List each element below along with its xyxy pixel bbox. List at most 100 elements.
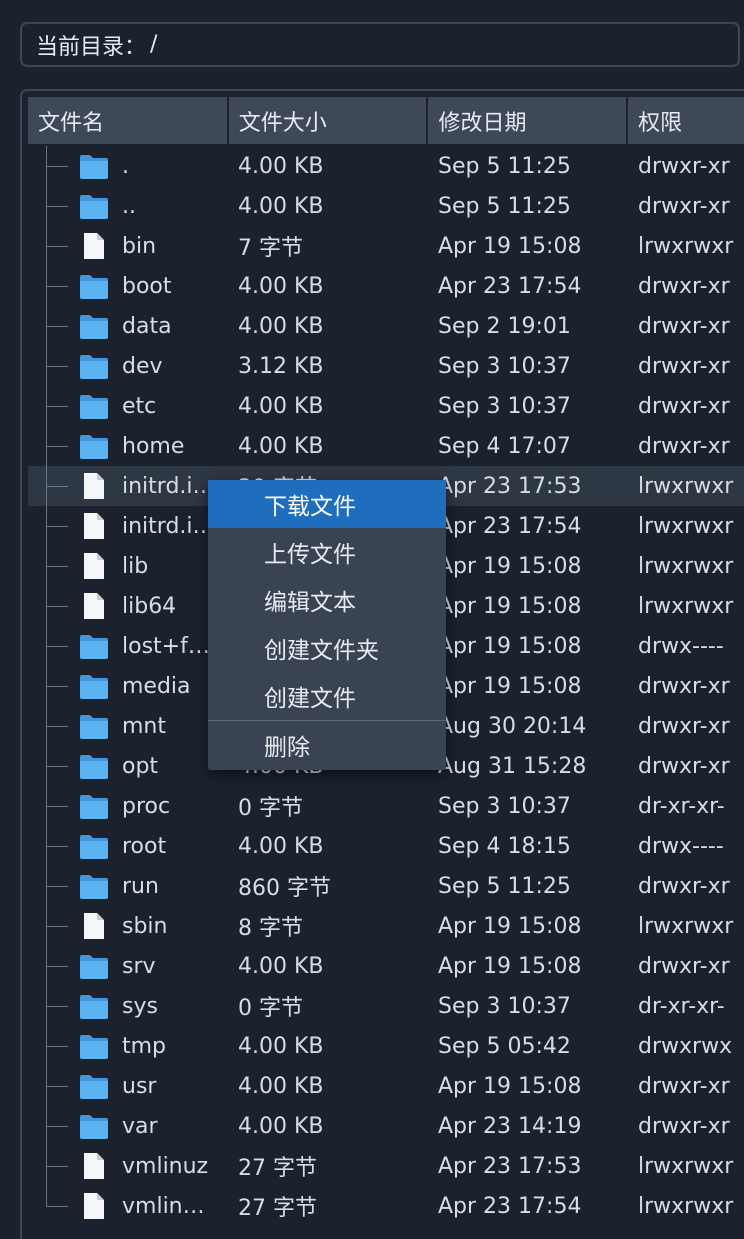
table-row[interactable]: proc 0 字节 Sep 3 10:37 dr-xr-xr- [28, 786, 744, 826]
permission: dr-xr-xr- [638, 793, 725, 819]
permission: drwxr-xr [638, 713, 730, 739]
file-size: 3.12 KB [238, 353, 324, 379]
file-name: home [122, 433, 185, 459]
column-header-size[interactable]: 文件大小 [228, 97, 427, 144]
column-header-permission[interactable]: 权限 [628, 97, 744, 144]
tree-connector [28, 666, 74, 706]
table-row[interactable]: home 4.00 KB Sep 4 17:07 drwxr-xr [28, 426, 744, 466]
file-name: .. [122, 193, 136, 219]
column-header-name[interactable]: 文件名 [28, 97, 227, 144]
context-menu: 下载文件 上传文件 编辑文本 创建文件夹 创建文件 删除 [208, 480, 446, 770]
current-directory-bar: 当前目录： / [20, 22, 740, 67]
tree-connector [28, 866, 74, 906]
file-size: 4.00 KB [238, 1033, 324, 1059]
tree-connector [28, 1026, 74, 1066]
file-size: 4.00 KB [238, 833, 324, 859]
modified-date: Sep 4 17:07 [438, 433, 571, 459]
file-icon [79, 552, 109, 580]
modified-date: Sep 3 10:37 [438, 353, 571, 379]
file-icon [79, 472, 109, 500]
file-name: lost+f… [122, 633, 210, 659]
permission: lrwxrwxr [638, 1153, 734, 1179]
file-size: 4.00 KB [238, 1113, 324, 1139]
file-name: data [122, 313, 172, 339]
tree-connector [28, 1146, 74, 1186]
menu-item-delete[interactable]: 删除 [208, 721, 446, 769]
tree-connector [28, 466, 74, 506]
file-name: tmp [122, 1033, 167, 1059]
modified-date: Aug 30 20:14 [438, 713, 587, 739]
tree-connector [28, 946, 74, 986]
modified-date: Sep 4 18:15 [438, 833, 571, 859]
permission: drwxr-xr [638, 353, 730, 379]
tree-connector [28, 426, 74, 466]
folder-icon [79, 312, 109, 340]
folder-icon [79, 632, 109, 660]
file-name: lib64 [122, 593, 177, 619]
file-size: 4.00 KB [238, 433, 324, 459]
table-row[interactable]: vmlin… 27 字节 Apr 23 17:54 lrwxrwxr [28, 1186, 744, 1226]
table-row[interactable]: bin 7 字节 Apr 19 15:08 lrwxrwxr [28, 226, 744, 266]
table-row[interactable]: run 860 字节 Sep 5 11:25 drwxr-xr [28, 866, 744, 906]
menu-item-create-file[interactable]: 创建文件 [208, 672, 446, 720]
table-row[interactable]: sys 0 字节 Sep 3 10:37 dr-xr-xr- [28, 986, 744, 1026]
file-name: initrd.i… [122, 473, 215, 499]
modified-date: Apr 19 15:08 [438, 913, 582, 939]
permission: drwx---- [638, 633, 724, 659]
modified-date: Sep 3 10:37 [438, 393, 571, 419]
modified-date: Sep 3 10:37 [438, 793, 571, 819]
tree-connector [28, 826, 74, 866]
tree-connector [28, 626, 74, 666]
folder-icon [79, 1112, 109, 1140]
modified-date: Apr 19 15:08 [438, 553, 582, 579]
folder-icon [79, 432, 109, 460]
table-row[interactable]: root 4.00 KB Sep 4 18:15 drwx---- [28, 826, 744, 866]
file-size: 8 字节 [238, 916, 303, 941]
file-icon [79, 592, 109, 620]
table-row[interactable]: srv 4.00 KB Apr 19 15:08 drwxr-xr [28, 946, 744, 986]
menu-item-upload-file[interactable]: 上传文件 [208, 528, 446, 576]
permission: drwxrwx [638, 1033, 733, 1059]
menu-item-create-folder[interactable]: 创建文件夹 [208, 624, 446, 672]
file-name: mnt [122, 713, 166, 739]
folder-icon [79, 792, 109, 820]
menu-item-download-file[interactable]: 下载文件 [208, 480, 446, 528]
file-name: bin [122, 233, 157, 259]
permission: drwxr-xr [638, 673, 730, 699]
tree-connector [28, 266, 74, 306]
table-row[interactable]: sbin 8 字节 Apr 19 15:08 lrwxrwxr [28, 906, 744, 946]
permission: drwxr-xr [638, 873, 730, 899]
modified-date: Apr 23 17:53 [438, 473, 582, 499]
permission: drwxr-xr [638, 153, 730, 179]
table-row[interactable]: tmp 4.00 KB Sep 5 05:42 drwxrwx [28, 1026, 744, 1066]
modified-date: Aug 31 15:28 [438, 753, 587, 779]
menu-item-edit-text[interactable]: 编辑文本 [208, 576, 446, 624]
column-header-date[interactable]: 修改日期 [428, 97, 627, 144]
tree-connector [28, 1186, 74, 1226]
table-row[interactable]: dev 3.12 KB Sep 3 10:37 drwxr-xr [28, 346, 744, 386]
table-row[interactable]: data 4.00 KB Sep 2 19:01 drwxr-xr [28, 306, 744, 346]
modified-date: Apr 23 14:19 [438, 1113, 582, 1139]
table-row[interactable]: usr 4.00 KB Apr 19 15:08 drwxr-xr [28, 1066, 744, 1106]
file-icon [79, 1192, 109, 1220]
table-row[interactable]: .. 4.00 KB Sep 5 11:25 drwxr-xr [28, 186, 744, 226]
tree-connector [28, 506, 74, 546]
file-size: 27 字节 [238, 1196, 317, 1221]
modified-date: Apr 23 17:53 [438, 1153, 582, 1179]
current-directory-path: / [150, 32, 158, 57]
file-size: 4.00 KB [238, 953, 324, 979]
file-name: vmlinuz [122, 1153, 209, 1179]
table-row[interactable]: boot 4.00 KB Apr 23 17:54 drwxr-xr [28, 266, 744, 306]
modified-date: Apr 23 17:54 [438, 513, 582, 539]
tree-connector [28, 226, 74, 266]
file-icon [79, 912, 109, 940]
table-row[interactable]: etc 4.00 KB Sep 3 10:37 drwxr-xr [28, 386, 744, 426]
folder-icon [79, 392, 109, 420]
modified-date: Sep 5 05:42 [438, 1033, 571, 1059]
table-row[interactable]: var 4.00 KB Apr 23 14:19 drwxr-xr [28, 1106, 744, 1146]
table-row[interactable]: vmlinuz 27 字节 Apr 23 17:53 lrwxrwxr [28, 1146, 744, 1186]
table-row[interactable]: . 4.00 KB Sep 5 11:25 drwxr-xr [28, 146, 744, 186]
modified-date: Sep 5 11:25 [438, 193, 571, 219]
folder-icon [79, 152, 109, 180]
permission: lrwxrwxr [638, 473, 734, 499]
